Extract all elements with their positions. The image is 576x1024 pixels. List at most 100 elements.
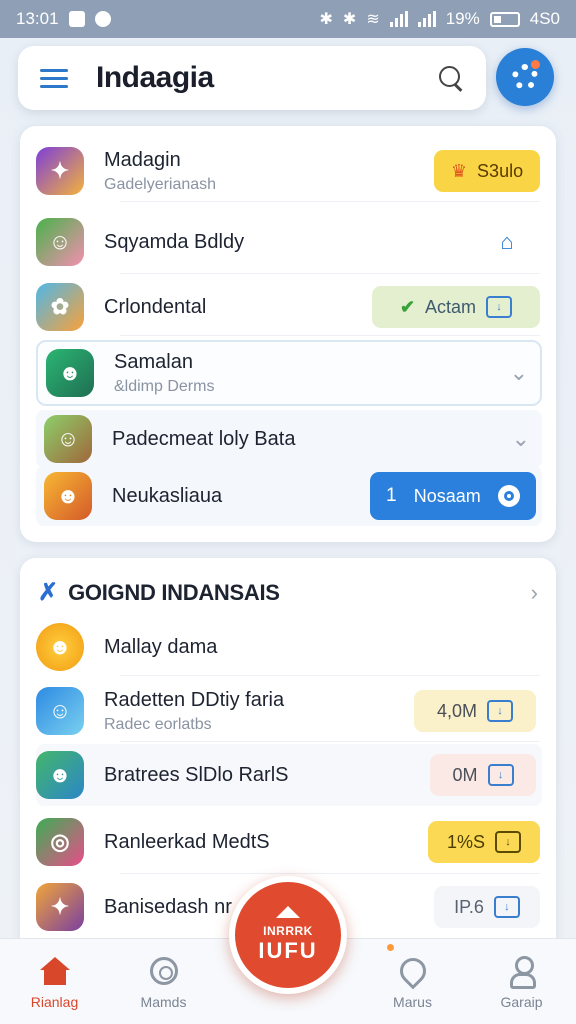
apps-card: ✦ Madagin Gadelyerianash ♛ S3ulo ☺ Sqyam… xyxy=(20,126,556,542)
action-button-label: Actam xyxy=(425,296,477,317)
fab-label: IUFU xyxy=(258,938,318,963)
app-notification-icon xyxy=(94,11,111,27)
size-value: IP.6 xyxy=(454,896,484,917)
app-name: Sqyamda Bdldy xyxy=(104,230,245,253)
bluetooth-icon-2: ✱ xyxy=(342,11,357,28)
list-item[interactable]: ✦ Madagin Gadelyerianash ♛ S3ulo xyxy=(36,140,540,202)
app-icon: ☻ xyxy=(36,623,84,671)
nav-item-home[interactable]: Rianlag xyxy=(5,954,105,1010)
action-button[interactable]: ✔ Actam ↓ xyxy=(372,286,540,328)
clock: 13:01 xyxy=(16,9,59,28)
section-title: GOIGND INDANSAIS xyxy=(68,579,280,605)
chevron-down-icon[interactable]: ⌄ xyxy=(510,360,528,386)
play-icon xyxy=(497,485,520,507)
home-icon xyxy=(39,956,70,985)
camera-icon xyxy=(149,956,178,985)
search-icon[interactable] xyxy=(436,64,464,92)
download-icon: ↓ xyxy=(487,700,514,722)
download-icon: ↓ xyxy=(486,296,513,318)
open-button-count: 1 xyxy=(386,485,397,506)
app-icon: ✦ xyxy=(36,147,84,195)
app-icon: ☺ xyxy=(36,218,84,266)
app-icon: ☺ xyxy=(44,415,92,463)
location-icon xyxy=(394,952,431,989)
battery-percent: 19% xyxy=(445,9,480,28)
app-icon: ☺ xyxy=(36,687,84,735)
home-icon[interactable]: ⌂ xyxy=(492,227,522,257)
list-item[interactable]: ◎ Ranleerkad MedtS 1%S ↓ xyxy=(36,810,540,874)
page-title: Indaagia xyxy=(96,61,214,94)
app-icon: ◎ xyxy=(36,818,84,866)
notification-dot xyxy=(386,943,394,951)
app-icon: ✦ xyxy=(36,883,84,931)
nav-label: Marus xyxy=(393,993,432,1010)
app-subtitle: Radec eorlatbs xyxy=(104,715,212,733)
list-item[interactable]: ☻ Mallay dama xyxy=(36,618,540,676)
check-icon: ✔ xyxy=(399,296,416,317)
size-badge[interactable]: 1%S ↓ xyxy=(428,821,540,863)
list-item[interactable]: ☻ Bratrees SlDlo RarlS 0M ↓ xyxy=(36,744,542,806)
download-icon: ↓ xyxy=(493,896,520,918)
nav-item-marus[interactable]: Marus xyxy=(363,943,463,1010)
app-icon: ☻ xyxy=(36,751,84,799)
chevron-down-icon[interactable]: ⌄ xyxy=(512,426,530,452)
open-button[interactable]: 1 Nosaam xyxy=(370,472,536,520)
list-item[interactable]: ☺ Sqyamda Bdldy ⌂ xyxy=(36,210,540,274)
size-value: 1%S xyxy=(446,831,486,852)
app-name: Crlondental xyxy=(104,295,207,318)
app-name: Mallay dama xyxy=(104,635,218,658)
notification-dot xyxy=(531,60,540,69)
status-text: 4S0 xyxy=(529,9,560,28)
fab-caption: INRRRK xyxy=(263,924,313,938)
list-item[interactable]: ✿ Crlondental ✔ Actam ↓ xyxy=(36,278,540,336)
settings-button[interactable] xyxy=(496,48,554,106)
app-name: Madagin xyxy=(104,148,181,171)
chevron-right-icon[interactable]: › xyxy=(531,580,538,606)
bluetooth-icon: ✱ xyxy=(319,11,333,28)
app-name: Samalan xyxy=(114,350,193,373)
nav-label: Garaip xyxy=(500,993,543,1010)
list-item[interactable]: ☺ Padecmeat loly Bata ⌄ xyxy=(36,410,542,468)
app-name: Ranleerkad MedtS xyxy=(104,830,270,853)
get-button-label: S3ulo xyxy=(477,160,524,181)
app-name: Radetten DDtiy faria xyxy=(104,688,285,711)
size-badge[interactable]: 4,0M ↓ xyxy=(414,690,536,732)
top-search-bar: Indaagia xyxy=(18,46,486,110)
size-badge[interactable]: 0M ↓ xyxy=(430,754,536,796)
notification-icon xyxy=(68,11,85,27)
list-item[interactable]: ☻ Neukasliaua 1 Nosaam xyxy=(36,466,542,526)
section-header[interactable]: ✗ GOIGND INDANSAIS › xyxy=(38,578,538,607)
status-bar: 13:01 ✱ ✱ ≋ 19% 4S0 xyxy=(0,0,576,38)
list-item-selected[interactable]: ☻ Samalan &ldimp Derms ⌄ xyxy=(36,340,542,406)
get-button[interactable]: ♛ S3ulo xyxy=(434,150,540,192)
app-icon: ☻ xyxy=(44,472,92,520)
app-subtitle: Gadelyerianash xyxy=(104,175,217,193)
tools-icon: ✗ xyxy=(38,579,59,606)
nav-label: Rianlag xyxy=(30,993,79,1010)
open-button-label: Nosaam xyxy=(413,485,481,506)
battery-icon xyxy=(489,11,520,27)
nav-item-mamds[interactable]: Mamds xyxy=(114,954,214,1010)
app-icon: ✿ xyxy=(36,283,84,331)
signal-icon xyxy=(389,11,408,27)
size-value: 4,0M xyxy=(436,700,478,721)
app-name: Bratrees SlDlo RarlS xyxy=(104,763,289,786)
home-icon xyxy=(276,906,300,918)
menu-icon[interactable] xyxy=(40,68,68,88)
nav-item-profile[interactable]: Garaip xyxy=(472,954,572,1010)
app-subtitle: &ldimp Derms xyxy=(114,377,215,395)
nav-label: Mamds xyxy=(140,993,187,1010)
download-icon: ↓ xyxy=(487,764,514,786)
signal-icon-2 xyxy=(417,11,436,27)
app-name: Neukasliaua xyxy=(112,484,223,507)
app-name: Padecmeat loly Bata xyxy=(112,427,296,450)
app-icon: ☻ xyxy=(46,349,94,397)
download-icon: ↓ xyxy=(495,831,522,853)
list-item[interactable]: ☺ Radetten DDtiy faria Radec eorlatbs 4,… xyxy=(36,680,540,742)
center-action-button[interactable]: INRRRK IUFU xyxy=(229,876,347,994)
crown-icon: ♛ xyxy=(450,160,468,181)
size-value: 0M xyxy=(452,764,478,785)
profile-icon xyxy=(509,955,536,989)
wifi-icon: ≋ xyxy=(366,11,380,28)
size-badge[interactable]: IP.6 ↓ xyxy=(434,886,540,928)
